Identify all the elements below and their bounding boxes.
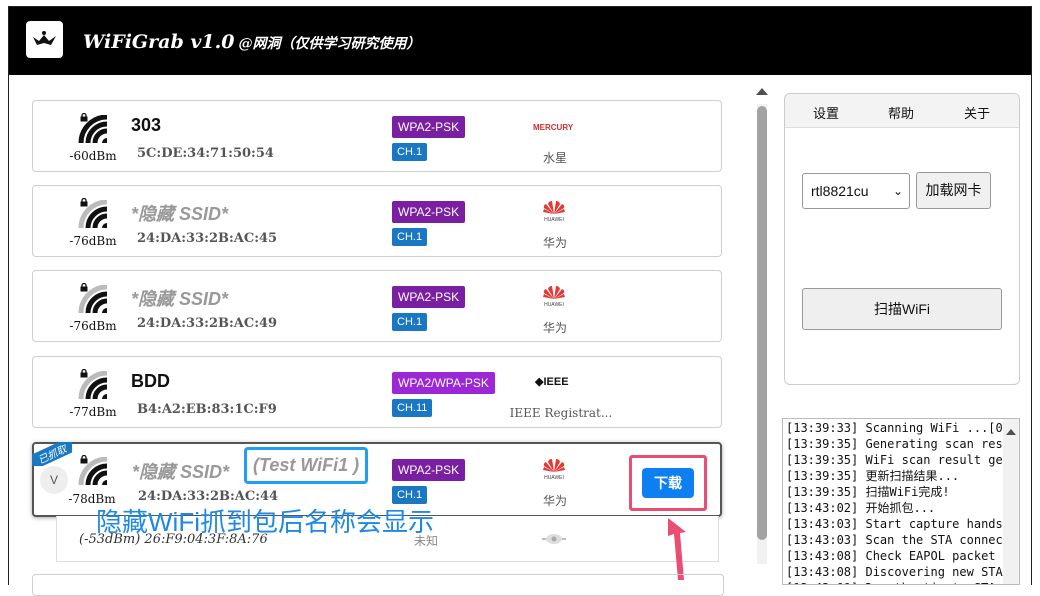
mercury-logo-icon: MERCURY [533,123,574,132]
signal-strength: -60dBm [69,149,117,163]
channel-badge: CH.1 [392,143,428,161]
encryption-badge: WPA2-PSK [392,286,466,308]
scroll-thumb[interactable] [757,106,767,540]
network-card[interactable]: -76dBm *隐藏 SSID* 24:DA:33:2B:AC:45 WPA2-… [32,185,722,257]
network-card[interactable] [32,574,724,596]
load-adapter-button[interactable]: 加载网卡 [916,172,991,209]
signal-strength: -76dBm [69,234,117,248]
log-lines: [13:39:33] Scanning WiFi ...[0] [13:39:35… [786,420,1004,584]
ssid-label: BDD [131,371,170,391]
menu-about[interactable]: 关于 [964,103,990,122]
encryption-badge: WPA2-PSK [392,459,466,481]
log-line: [13:39:35] 扫描WiFi完成! [786,485,950,499]
log-scrollbar[interactable] [1003,419,1019,584]
svg-text:HUAWEI: HUAWEI [544,475,564,480]
control-panel: 设置 帮助 关于 rtl8821cu ⌄ 加载网卡 扫描WiFi [784,93,1020,385]
signal-strength: -77dBm [69,405,117,419]
captured-label: 已抓取 [32,442,72,466]
wifi-signal-icon [78,200,108,229]
encryption-badge: WPA2-PSK [392,116,466,138]
log-line: [13:43:03] Scan the STA connect [786,533,1004,547]
vendor-name: 华为 [542,236,567,250]
menu-settings[interactable]: 设置 [813,103,839,122]
huawei-logo-icon: HUAWEI [543,200,565,222]
log-line: [13:39:35] 更新扫描结果... [786,469,960,483]
app-name: WiFiGrab v1.0 [83,31,235,53]
vendor-name: 华为 [542,494,567,508]
menu-bar: 设置 帮助 关于 [785,94,1019,128]
wifi-signal-icon [78,115,108,144]
title-bar: WiFiGrab v1.0 @网洞（仅供学习研究使用） [9,7,1031,75]
captured-ribbon: 已抓取 [32,442,72,466]
channel-badge: CH.1 [392,313,428,331]
wifi-signal-icon [78,457,108,486]
network-card[interactable]: -76dBm *隐藏 SSID* 24:DA:33:2B:AC:49 WPA2-… [32,270,722,342]
encryption-badge: WPA2/WPA-PSK [392,372,495,394]
ieee-logo-icon: ◆IEEE [535,376,569,388]
list-scrollbar[interactable] [754,82,770,585]
vendor-name: 华为 [542,321,567,335]
wifi-signal-icon [78,285,108,314]
mac-address: B4:A2:EB:83:1C:F9 [137,402,277,417]
signal-strength: -76dBm [69,319,117,333]
vendor-name: IEEE Registrat... [509,406,613,420]
network-card[interactable]: -77dBm BDD B4:A2:EB:83:1C:F9 WPA2/WPA-PS… [32,356,722,428]
app-subtitle: @网洞（仅供学习研究使用） [238,36,421,52]
svg-text:HUAWEI: HUAWEI [544,217,564,222]
log-line: [13:43:03] Start capture handsh [786,517,1004,531]
log-line: [13:43:09] Deauthenticate STA 2 [786,580,1004,584]
scroll-up-icon[interactable] [756,88,768,95]
log-panel[interactable]: [13:39:33] Scanning WiFi ...[0] [13:39:35… [782,418,1020,585]
network-card[interactable]: -60dBm 303 5C:DE:34:71:50:54 WPA2-PSK CH… [32,100,722,172]
vendor-name: 水星 [542,151,567,165]
download-button[interactable]: 下载 [642,468,694,498]
scroll-up-icon[interactable] [1006,429,1016,435]
download-highlight: 下载 [629,455,707,511]
channel-badge: CH.1 [392,228,428,246]
log-line: [13:39:35] Generating scan resu [786,437,1004,451]
pink-arrow-icon [668,518,686,580]
ssid-label: *隐藏 SSID* [131,204,229,224]
scan-wifi-button[interactable]: 扫描WiFi [802,288,1002,330]
log-line: [13:43:08] Check EAPOL packet . [786,549,1004,563]
annotation-text: 隐藏WiFi抓到包后名称会显示 [96,507,434,537]
ssid-label: *隐藏 SSID* [131,289,229,309]
log-line: [13:39:35] WiFi scan result gen [786,453,1004,467]
expand-button[interactable]: V [40,466,68,494]
log-line: [13:43:02] 开始抓包... [786,501,936,515]
adapter-select[interactable]: rtl8821cu ⌄ [802,173,910,209]
mac-address: 5C:DE:34:71:50:54 [137,146,274,161]
encryption-badge: WPA2-PSK [392,201,466,223]
adapter-value: rtl8821cu [811,183,869,199]
log-line: [13:39:33] Scanning WiFi ...[0] [786,421,1004,435]
app-logo [26,21,63,58]
channel-badge: CH.11 [392,399,433,417]
log-line: [13:43:08] Discovering new STA [786,565,1003,579]
mac-address: 24:DA:33:2B:AC:45 [137,231,278,246]
menu-help[interactable]: 帮助 [888,103,914,122]
mac-address: 24:DA:33:2B:AC:49 [137,316,278,331]
chevron-down-icon: ⌄ [892,184,903,198]
svg-text:HUAWEI: HUAWEI [544,302,564,307]
ssid-label: *隐藏 SSID* [132,462,230,482]
device-icon [542,534,566,544]
huawei-logo-icon: HUAWEI [543,458,565,480]
ssid-label: 303 [131,115,162,135]
app-title: WiFiGrab v1.0 @网洞（仅供学习研究使用） [83,31,420,53]
wifi-signal-icon [78,371,108,400]
huawei-logo-icon: HUAWEI [543,285,565,307]
revealed-ssid-highlight: (Test WiFi1 ) [244,447,368,484]
